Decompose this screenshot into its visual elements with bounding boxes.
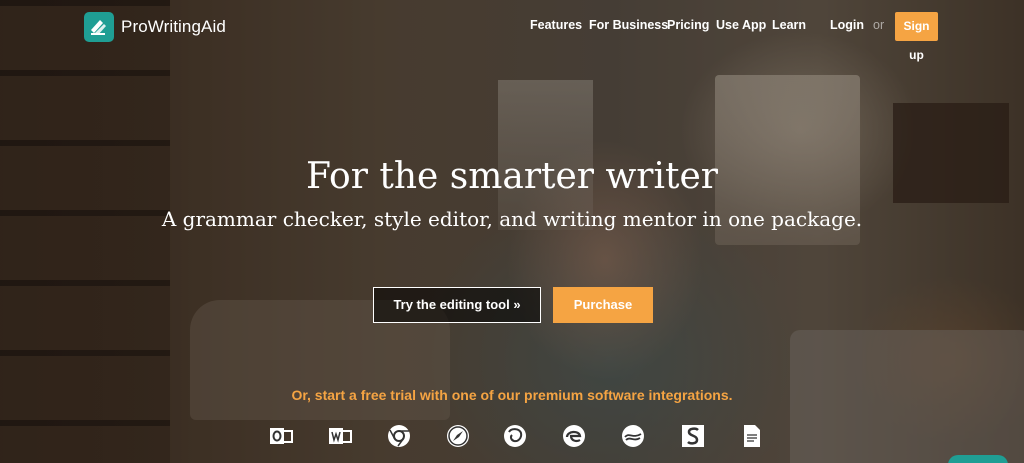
hero-subheadline: A grammar checker, style editor, and wri… <box>161 207 863 231</box>
brand-logo[interactable]: ProWritingAid <box>84 12 226 42</box>
nav-use-app[interactable]: Use App <box>716 18 766 32</box>
free-trial-text: Or, start a free trial with one of our p… <box>291 387 733 403</box>
outlook-icon[interactable] <box>268 423 294 449</box>
safari-icon[interactable] <box>445 423 471 449</box>
brand-name: ProWritingAid <box>121 17 226 36</box>
try-editing-tool-button[interactable]: Try the editing tool » <box>373 287 541 323</box>
nav-for-business[interactable]: For Business <box>589 18 668 32</box>
top-navbar: ProWritingAid Features For Business Pric… <box>0 0 1024 62</box>
nav-features[interactable]: Features <box>530 18 582 32</box>
firefox-icon[interactable] <box>502 423 528 449</box>
hero-section: ProWritingAid Features For Business Pric… <box>0 0 1024 463</box>
hero-headline: For the smarter writer <box>306 156 718 197</box>
nav-pricing[interactable]: Pricing <box>667 18 709 32</box>
google-docs-icon[interactable] <box>739 423 765 449</box>
integration-icons <box>0 423 1024 451</box>
openoffice-icon[interactable] <box>620 423 646 449</box>
nav-login[interactable]: Login <box>830 18 864 32</box>
or-separator: or <box>873 18 885 32</box>
word-icon[interactable] <box>327 423 353 449</box>
purchase-button[interactable]: Purchase <box>553 287 653 323</box>
scrivener-icon[interactable] <box>680 423 706 449</box>
signup-button[interactable]: Sign up <box>895 12 938 62</box>
pen-stack-icon <box>84 12 114 42</box>
chat-widget-tab[interactable] <box>948 455 1008 463</box>
chrome-icon[interactable] <box>386 423 412 449</box>
edge-icon[interactable] <box>561 423 587 449</box>
nav-learn[interactable]: Learn <box>772 18 806 32</box>
